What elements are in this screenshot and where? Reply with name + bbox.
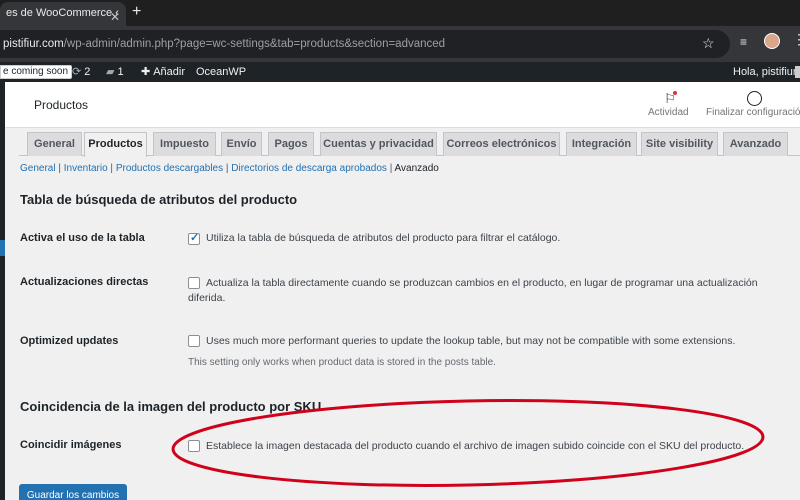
bookmark-star-icon[interactable]: ☆: [702, 35, 715, 52]
checkbox-match-images[interactable]: [188, 440, 200, 452]
theme-item[interactable]: OceanWP: [196, 62, 246, 82]
tab-site-visibility[interactable]: Site visibility: [641, 132, 718, 156]
checkbox-optimized-updates[interactable]: [188, 335, 200, 347]
browser-tab-title: es de WooCommerce ‹: [6, 7, 119, 19]
row-label: Actualizaciones directas: [20, 276, 149, 288]
tab-impuesto[interactable]: Impuesto: [153, 132, 216, 156]
save-button[interactable]: Guardar los cambios: [19, 484, 127, 500]
progress-circle-icon[interactable]: [747, 91, 762, 106]
tab-correos[interactable]: Correos electrónicos: [443, 132, 560, 156]
wc-header: Productos ⚐ Actividad Finalizar configur…: [5, 82, 800, 128]
row-label: Activa el uso de la tabla: [20, 232, 145, 244]
browser-tabbar: es de WooCommerce ‹ ✕ +: [0, 0, 800, 26]
tab-integracion[interactable]: Integración: [566, 132, 637, 156]
user-avatar[interactable]: [795, 66, 800, 78]
row-label: Optimized updates: [20, 335, 119, 347]
section-title-lookup: Tabla de búsqueda de atributos del produ…: [20, 192, 298, 207]
separator: |: [55, 163, 64, 174]
add-new-label: Añadir: [153, 66, 186, 78]
row-description: Establece la imagen destacada del produc…: [206, 440, 745, 452]
checkbox-enable-table[interactable]: [188, 231, 200, 245]
row-label: Coincidir imágenes: [20, 439, 122, 451]
activity-label[interactable]: Actividad: [648, 107, 689, 118]
close-icon[interactable]: ✕: [110, 6, 120, 26]
tab-cuentas[interactable]: Cuentas y privacidad: [320, 132, 437, 156]
updates-count: 2: [84, 66, 91, 78]
subsection-general[interactable]: General: [20, 163, 56, 174]
subsection-inventario[interactable]: Inventario: [64, 163, 108, 174]
section-title-sku: Coincidencia de la imagen del producto p…: [20, 399, 322, 414]
admin-sidebar-active: [0, 240, 5, 256]
tab-avanzado[interactable]: Avanzado: [723, 132, 788, 156]
coming-soon-badge[interactable]: e coming soon: [0, 65, 73, 79]
flag-icon[interactable]: ⚐: [660, 91, 680, 107]
browser-menu-icon[interactable]: ⋮: [792, 31, 800, 48]
comments-item[interactable]: ▰ 1: [106, 62, 124, 82]
comments-count: 1: [117, 66, 124, 78]
profile-avatar[interactable]: [764, 33, 780, 49]
tab-general[interactable]: General: [27, 132, 82, 156]
user-greeting[interactable]: Hola, pistifiur: [733, 62, 797, 82]
wp-admin-bar: e coming soon ⟳ 2 ▰ 1 ✚ Añadir OceanWP Hola…: [0, 62, 800, 82]
refresh-icon: ⟳: [72, 66, 82, 78]
plus-icon: ✚: [141, 66, 151, 78]
url-path: /wp-admin/admin.php?page=wc-settings&tab…: [63, 38, 446, 50]
address-bar[interactable]: pistifiur.com/wp-admin/admin.php?page=wc…: [0, 30, 730, 58]
subsection-directorios[interactable]: Directorios de descarga aprobados: [231, 163, 387, 174]
subsection-descargables[interactable]: Productos descargables: [116, 163, 223, 174]
browser-tab[interactable]: es de WooCommerce ‹ ✕: [0, 2, 126, 26]
page-title: Productos: [34, 98, 89, 112]
tab-productos[interactable]: Productos: [84, 132, 147, 157]
comment-icon: ▰: [106, 66, 115, 78]
updates-item[interactable]: ⟳ 2: [72, 62, 90, 82]
separator: |: [107, 163, 116, 174]
row-description: Utiliza la tabla de búsqueda de atributo…: [206, 232, 561, 244]
tab-envio[interactable]: Envío: [221, 132, 262, 156]
add-new-item[interactable]: ✚ Añadir: [141, 62, 185, 82]
admin-sidebar-edge: [0, 82, 5, 500]
finish-setup-label[interactable]: Finalizar configuración: [706, 107, 800, 118]
new-tab-icon[interactable]: +: [132, 2, 141, 22]
browser-toolbar: pistifiur.com/wp-admin/admin.php?page=wc…: [0, 26, 800, 62]
row-description: Uses much more performant queries to upd…: [206, 335, 736, 347]
notification-dot: [673, 91, 677, 95]
row-description: Actualiza la tabla directamente cuando s…: [188, 277, 758, 304]
subsection-links: General | Inventario | Productos descarg…: [20, 163, 439, 174]
separator: |: [386, 163, 395, 174]
tab-pagos[interactable]: Pagos: [268, 132, 314, 156]
settings-tabs: General Productos Impuesto Envío Pagos C…: [19, 132, 800, 157]
media-control-icon[interactable]: ≡: [740, 35, 747, 49]
subsection-avanzado: Avanzado: [394, 163, 439, 174]
row-help-text: This setting only works when product dat…: [188, 357, 496, 368]
url-host: pistifiur.com: [3, 38, 64, 50]
